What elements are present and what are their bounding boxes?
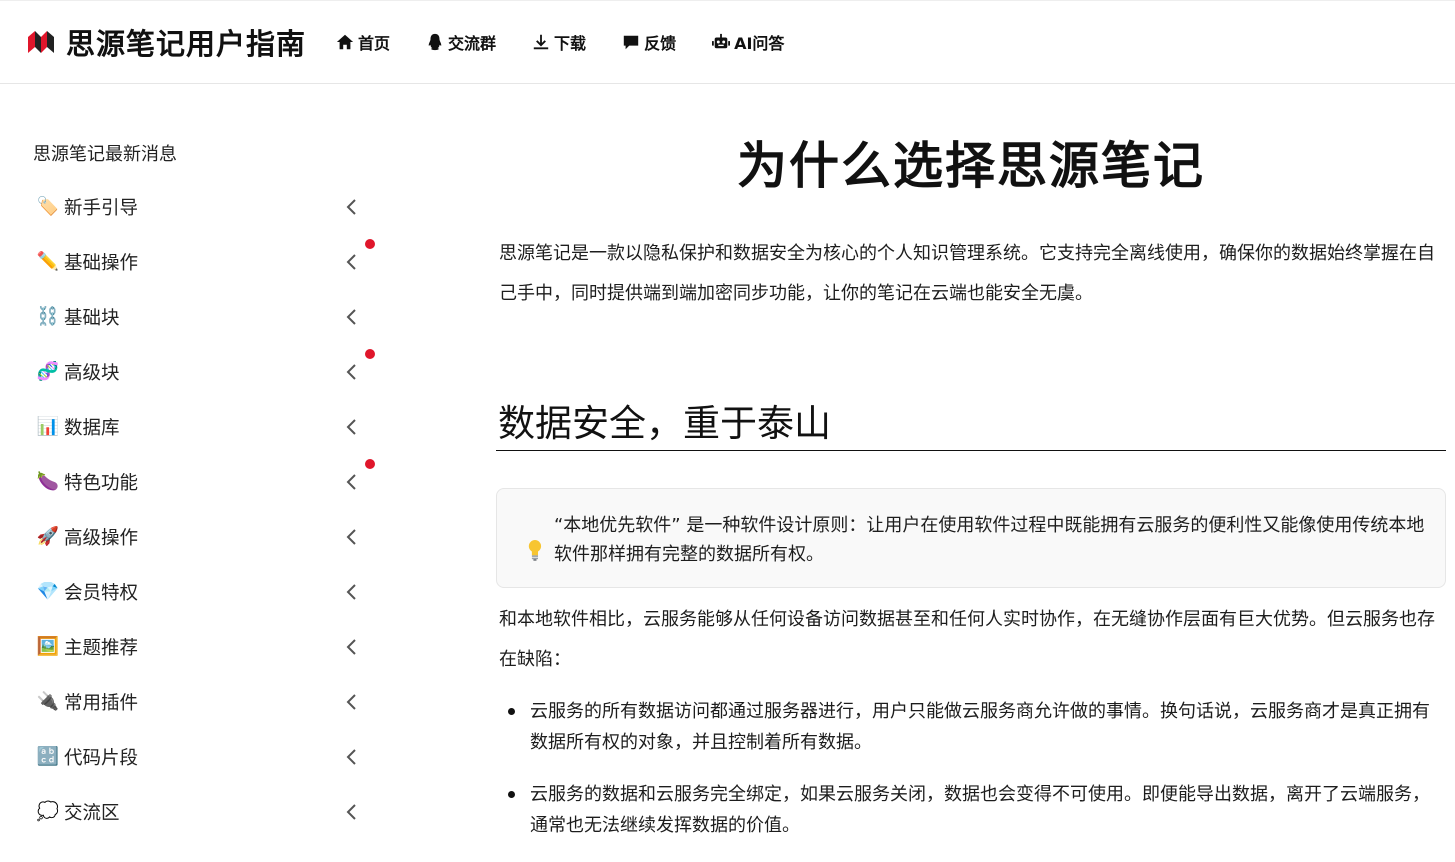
pencil-icon: ✏️ [36,251,60,272]
sidebar-item-beginner-guide[interactable]: 🏷️ 新手引导 [0,179,400,234]
lightbulb-icon [528,540,542,561]
sidebar-item-label: 基础块 [64,307,120,329]
abcd-icon: 🔡 [36,746,60,767]
sidebar-list: 🏷️ 新手引导 ✏️ 基础操作 ⛓️ 基础块 🧬 高级块 📊 数据库 🍆 特色功… [0,179,400,839]
sidebar-item-basic-blocks[interactable]: ⛓️ 基础块 [0,289,400,344]
tip-callout: “本地优先软件” 是一种软件设计原则：让用户在使用软件过程中既能拥有云服务的便利… [496,488,1446,588]
main-content: 为什么选择思源笔记 思源笔记是一款以隐私保护和数据安全为核心的个人知识管理系统。… [496,84,1446,840]
sidebar-item-label: 新手引导 [64,197,139,219]
nav-label: 交流群 [448,34,497,53]
sidebar-item-community[interactable]: 💭 交流区 [0,784,400,839]
sidebar-item-label: 高级操作 [64,527,139,549]
home-icon [336,34,354,50]
tip-text: “本地优先软件” 是一种软件设计原则：让用户在使用软件过程中既能拥有云服务的便利… [553,515,1425,565]
thought-bubble-icon: 💭 [36,801,60,822]
sidebar-item-advanced-operations[interactable]: 🚀 高级操作 [0,509,400,564]
nav-label: AI问答 [734,34,785,53]
sidebar: 思源笔记最新消息 🏷️ 新手引导 ✏️ 基础操作 ⛓️ 基础块 🧬 高级块 📊 … [0,84,400,840]
chevron-left-icon[interactable] [344,418,358,436]
siyuan-logo-icon [28,31,54,53]
top-nav: 首页 交流群 下载 反馈 AI问答 [336,30,820,54]
nav-home[interactable]: 首页 [336,30,390,54]
dna-icon: 🧬 [36,361,60,382]
section-heading: 数据安全，重于泰山 [496,396,1446,451]
sidebar-item-basic-operations[interactable]: ✏️ 基础操作 [0,234,400,289]
sidebar-item-features[interactable]: 🍆 特色功能 [0,454,400,509]
chevron-left-icon[interactable] [344,693,358,711]
sidebar-item-code-snippets[interactable]: 🔡 代码片段 [0,729,400,784]
sidebar-item-label: 主题推荐 [64,637,139,659]
nav-download[interactable]: 下载 [532,30,586,54]
chevron-left-icon[interactable] [344,638,358,656]
qq-icon [428,33,442,51]
chevron-left-icon[interactable] [344,473,358,491]
chevron-left-icon[interactable] [344,803,358,821]
sidebar-item-membership[interactable]: 💎 会员特权 [0,564,400,619]
robot-icon [712,33,731,49]
list-item: 云服务的数据和云服务完全绑定，如果云服务关闭，数据也会变得不可使用。即便能导出数… [496,779,1441,841]
sidebar-item-plugins[interactable]: 🔌 常用插件 [0,674,400,729]
new-badge-dot [365,239,375,249]
sidebar-item-label: 高级块 [64,362,120,384]
sidebar-item-label: 会员特权 [64,582,139,604]
sidebar-item-label: 交流区 [64,802,120,824]
nav-label: 首页 [358,34,391,53]
chevron-left-icon[interactable] [344,198,358,216]
sidebar-item-label: 代码片段 [64,747,139,769]
nav-label: 反馈 [644,34,677,53]
chevron-left-icon[interactable] [344,748,358,766]
compare-paragraph: 和本地软件相比，云服务能够从任何设备访问数据甚至和任何人实时协作，在无缝协作层面… [499,609,1435,670]
tag-icon: 🏷️ [36,196,60,217]
bar-chart-icon: 📊 [36,416,60,437]
page-title: 为什么选择思源笔记 [737,136,1205,195]
chevron-left-icon[interactable] [344,528,358,546]
site-logo[interactable]: 思源笔记用户指南 [28,21,306,63]
sidebar-item-label: 数据库 [64,417,120,439]
sidebar-item-label: 常用插件 [64,692,139,714]
intro-paragraph: 思源笔记是一款以隐私保护和数据安全为核心的个人知识管理系统。它支持完全离线使用，… [499,243,1435,304]
sidebar-item-label: 特色功能 [64,472,139,494]
feedback-icon [623,35,639,50]
chevron-left-icon[interactable] [344,308,358,326]
chevron-left-icon[interactable] [344,253,358,271]
top-header: 思源笔记用户指南 首页 交流群 下载 反馈 AI问答 [0,0,1455,84]
plug-icon: 🔌 [36,691,60,712]
new-badge-dot [365,349,375,359]
nav-feedback[interactable]: 反馈 [622,30,676,54]
list-item: 云服务的所有数据访问都通过服务器进行，用户只能做云服务商允许做的事情。换句话说，… [496,696,1441,758]
sidebar-item-themes[interactable]: 🖼️ 主题推荐 [0,619,400,674]
sidebar-item-label: 基础操作 [64,252,139,274]
nav-label: 下载 [554,34,587,53]
gem-icon: 💎 [36,581,60,602]
sidebar-item-advanced-blocks[interactable]: 🧬 高级块 [0,344,400,399]
download-icon [533,34,549,50]
nav-group[interactable]: 交流群 [426,30,496,54]
sidebar-item-news[interactable]: 思源笔记最新消息 [33,140,177,166]
eggplant-icon: 🍆 [36,471,60,492]
site-title: 思源笔记用户指南 [66,27,307,61]
sidebar-item-database[interactable]: 📊 数据库 [0,399,400,454]
chevron-left-icon[interactable] [344,583,358,601]
new-badge-dot [365,459,375,469]
chain-icon: ⛓️ [36,306,60,327]
chevron-left-icon[interactable] [344,363,358,381]
rocket-icon: 🚀 [36,526,60,547]
nav-ai[interactable]: AI问答 [712,30,784,54]
drawback-list: 云服务的所有数据访问都通过服务器进行，用户只能做云服务商允许做的事情。换句话说，… [496,696,1441,862]
picture-icon: 🖼️ [36,636,60,657]
